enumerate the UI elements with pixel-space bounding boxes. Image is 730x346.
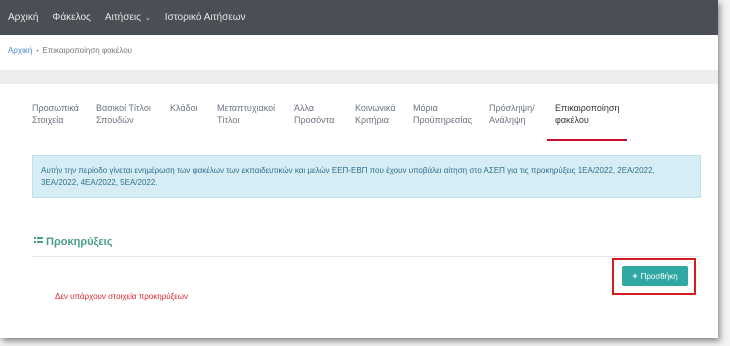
tab-sectors[interactable]: Κλάδοι [170, 102, 198, 114]
tab-label: Κλάδοι [170, 103, 198, 113]
tab-label: Ανάληψη [489, 115, 526, 125]
page-frame: Αρχική Φάκελος Αιτήσεις ⌄ Ιστορικό Αιτήσε… [0, 0, 718, 338]
info-alert-text: Αυτήν την περίοδο γίνεται ενημέρωση των … [41, 166, 655, 187]
tab-label: Σπουδών [96, 115, 134, 125]
profile-tabs: Προσωπικά Στοιχεία Βασικοί Τίτλοι Σπουδών … [0, 102, 718, 144]
tab-basic-degrees[interactable]: Βασικοί Τίτλοι Σπουδών [96, 102, 151, 126]
breadcrumb: Αρχική • Επικαιροποίηση φακέλου [8, 46, 132, 55]
tab-postgraduate[interactable]: Μεταπτυχιακοί Τίτλοι [217, 102, 275, 126]
tab-label: Προσωπικά [32, 103, 79, 113]
divider [32, 256, 701, 257]
tab-label: Μόρια [413, 103, 438, 113]
tab-hiring[interactable]: Πρόσληψη/Ανάληψη [489, 102, 535, 126]
add-button[interactable]: + Προσθήκη [622, 266, 688, 286]
tab-label: Άλλα [294, 103, 315, 113]
empty-state-message: Δεν υπάρχουν στοιχεία προκηρύξεων [55, 292, 189, 301]
tab-label: Προσόντα [294, 115, 335, 125]
tab-label: Βασικοί Τίτλοι [96, 103, 151, 113]
plus-icon: + [632, 271, 638, 281]
tab-social-criteria[interactable]: Κοινωνικά Κριτήρια [355, 102, 396, 126]
tab-label: Μεταπτυχιακοί [217, 103, 276, 113]
add-button-highlight: + Προσθήκη [612, 258, 696, 295]
breadcrumb-current: Επικαιροποίηση φακέλου [42, 46, 133, 55]
tab-label: Προϋπηρεσίας [413, 115, 472, 125]
tab-label: Τίτλοι [217, 115, 240, 125]
active-tab-indicator [547, 139, 627, 141]
tab-update-folder[interactable]: Επικαιροποίηση φακέλου [555, 102, 619, 126]
nav-home[interactable]: Αρχική [8, 12, 38, 23]
tab-experience-points[interactable]: Μόρια Προϋπηρεσίας [413, 102, 472, 126]
nav-applications[interactable]: Αιτήσεις ⌄ [105, 12, 151, 23]
header-band [0, 70, 718, 84]
tab-label: φακέλου [555, 115, 589, 125]
section-title-text: Προκηρύξεις [46, 236, 113, 248]
nav-applications-label: Αιτήσεις [104, 12, 141, 23]
add-button-label: Προσθήκη [640, 271, 678, 281]
section-title: Προκηρύξεις [34, 236, 112, 248]
breadcrumb-separator: • [36, 49, 39, 55]
tab-label: Κριτήρια [355, 115, 390, 125]
tab-label: Στοιχεία [32, 115, 64, 125]
chevron-down-icon: ⌄ [144, 15, 151, 22]
top-navbar: Αρχική Φάκελος Αιτήσεις ⌄ Ιστορικό Αιτήσε… [0, 0, 718, 35]
breadcrumb-home[interactable]: Αρχική [8, 46, 32, 55]
tab-label: Κοινωνικά [355, 103, 396, 113]
nav-folder[interactable]: Φάκελος [52, 12, 90, 23]
tab-label: Επικαιροποίηση [555, 103, 620, 113]
tab-label: Πρόσληψη/ [489, 103, 535, 113]
tab-personal-details[interactable]: Προσωπικά Στοιχεία [32, 102, 79, 126]
info-alert: Αυτήν την περίοδο γίνεται ενημέρωση των … [32, 155, 701, 198]
list-icon [34, 237, 43, 247]
tab-other-qualifications[interactable]: Άλλα Προσόντα [294, 102, 334, 126]
nav-application-history[interactable]: Ιστορικό Αιτήσεων [165, 12, 246, 23]
